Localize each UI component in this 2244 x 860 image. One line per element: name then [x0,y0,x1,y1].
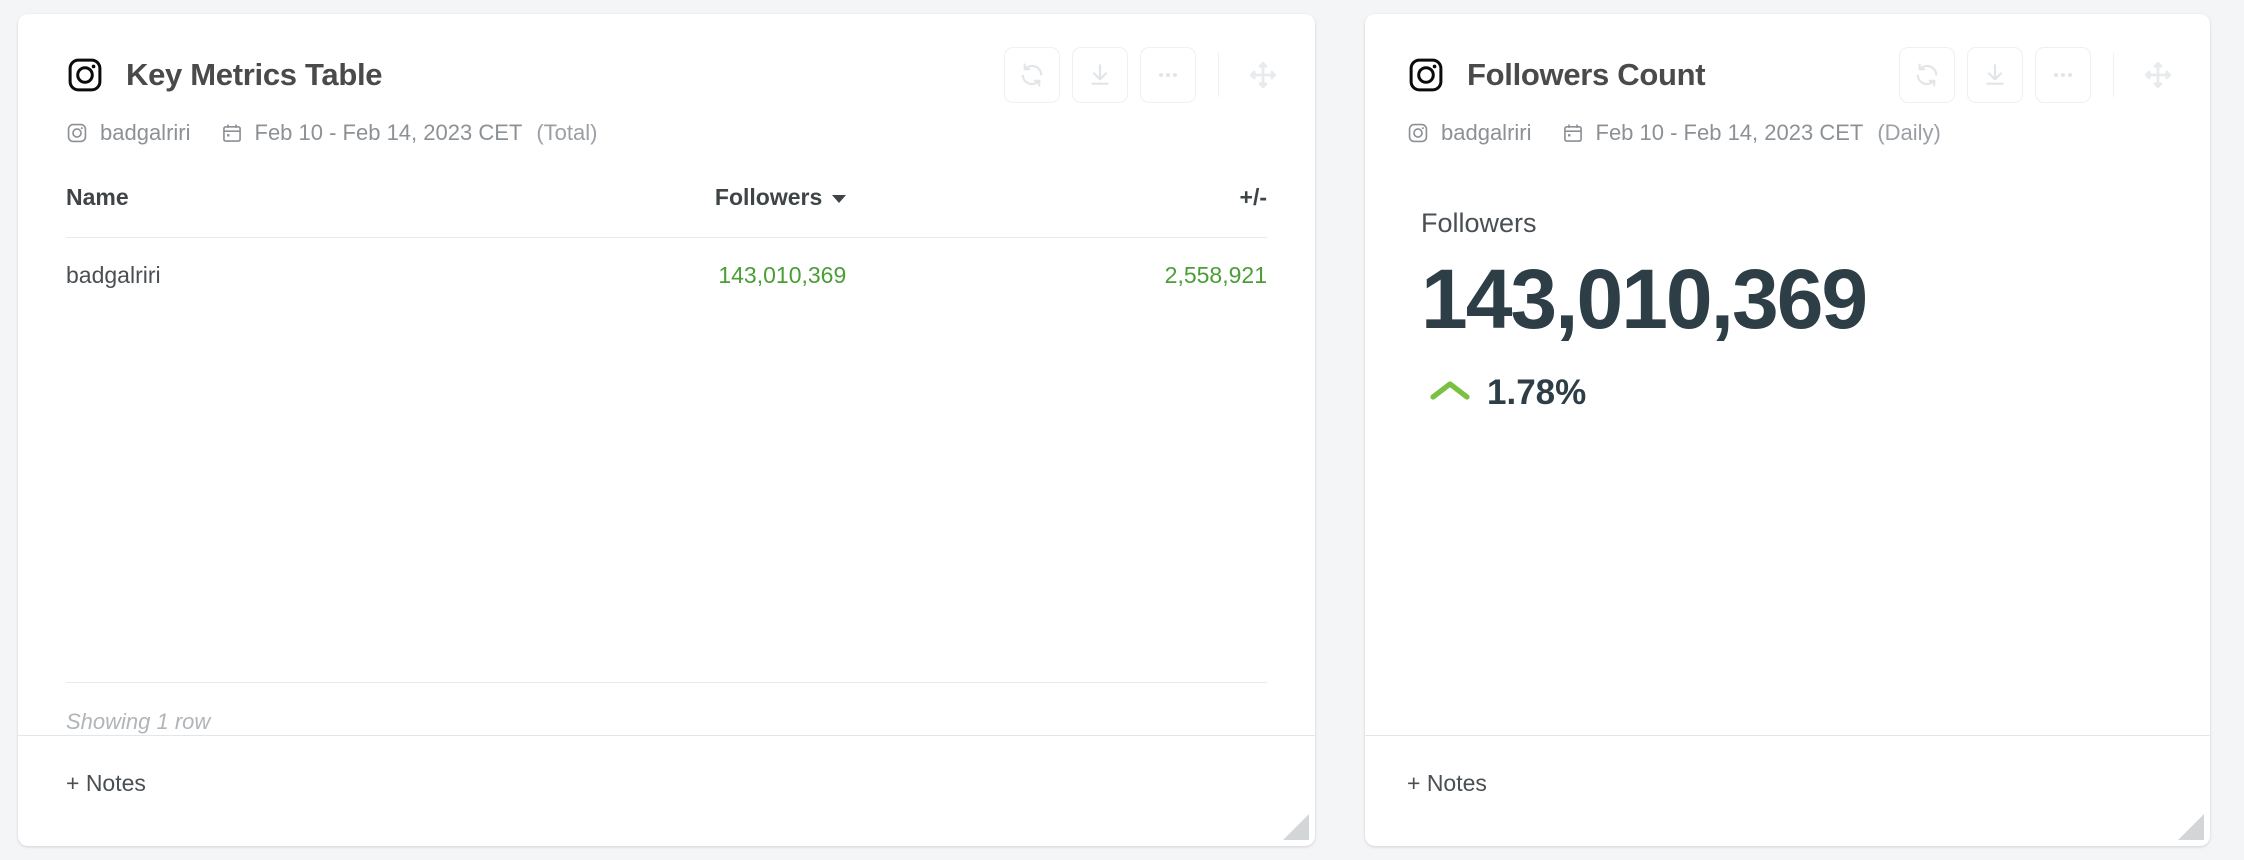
dashboard-grid: Key Metrics Table badgalriri Feb 10 - Fe… [0,0,2244,860]
metric-change-value: 1.78% [1487,373,1587,413]
table-header: Name Followers +/- [66,184,1267,238]
column-header-delta[interactable]: +/- [1024,184,1267,238]
instagram-icon [66,56,104,94]
account-chip: badgalriri [66,120,191,146]
calendar-icon [1562,122,1584,144]
download-button[interactable] [1071,47,1128,103]
widget-subtitle: badgalriri Feb 10 - Feb 14, 2023 CET (Da… [1365,106,2210,146]
widget-title-group: Followers Count [1407,56,1899,94]
sort-descending-icon [832,194,847,203]
date-range-chip: Feb 10 - Feb 14, 2023 CET (Total) [221,120,598,146]
metrics-table: Name Followers +/- badgalriri 143,010,36… [66,184,1267,289]
instagram-icon [66,122,88,144]
account-name: badgalriri [1441,120,1532,145]
widget-header: Key Metrics Table [18,14,1315,106]
page-title: Key Metrics Table [126,57,383,92]
table-row[interactable]: badgalriri 143,010,369 2,558,921 [66,238,1267,290]
widget-followers-count: Followers Count badgalriri Feb 10 - Feb … [1365,14,2210,846]
toolbar-divider [2112,53,2114,97]
resize-handle[interactable] [1283,814,1309,840]
cell-name: badgalriri [66,262,161,288]
widget-key-metrics-table: Key Metrics Table badgalriri Feb 10 - Fe… [18,14,1315,846]
metric-change: 1.78% [1421,373,2168,413]
instagram-icon [1407,56,1445,94]
download-button[interactable] [1966,47,2023,103]
column-header-name[interactable]: Name [66,184,291,238]
notes-section: + Notes [1365,736,2210,846]
widget-body: Followers 143,010,369 1.78% [1365,146,2210,735]
date-range-text: Feb 10 - Feb 14, 2023 CET [254,120,523,145]
add-notes-button[interactable]: + Notes [1407,770,1487,797]
widget-title-group: Key Metrics Table [66,56,1004,94]
metrics-table-wrapper: Name Followers +/- badgalriri 143,010,36… [18,146,1315,289]
row-count-label: Showing 1 row [66,709,211,734]
move-widget-icon[interactable] [1241,53,1285,97]
account-chip: badgalriri [1407,120,1532,146]
cell-delta: 2,558,921 [1164,262,1267,288]
widget-body: Name Followers +/- badgalriri 143,010,36… [18,146,1315,735]
widget-subtitle: badgalriri Feb 10 - Feb 14, 2023 CET (To… [18,106,1315,146]
cell-followers: 143,010,369 [718,262,847,288]
date-range-chip: Feb 10 - Feb 14, 2023 CET (Daily) [1562,120,1941,146]
column-header-followers-label: Followers [714,184,823,210]
aggregation-label: (Total) [536,120,598,145]
column-header-followers[interactable]: Followers [290,184,1025,238]
resize-handle[interactable] [2178,814,2204,840]
table-header-row: Name Followers +/- [66,184,1267,238]
notes-section: + Notes [18,736,1315,846]
instagram-icon [1407,122,1429,144]
more-options-button[interactable] [2034,47,2091,103]
toolbar-divider [1217,53,1219,97]
date-range-text: Feb 10 - Feb 14, 2023 CET [1595,120,1864,145]
add-notes-button[interactable]: + Notes [66,770,146,797]
refresh-button[interactable] [1003,47,1060,103]
account-name: badgalriri [100,120,191,145]
metric-value: 143,010,369 [1421,252,1868,346]
widget-toolbar [1003,47,1286,103]
metric-label: Followers [1421,208,1537,238]
table-footer-divider: Showing 1 row [66,682,1267,735]
calendar-icon [221,122,243,144]
refresh-button[interactable] [1898,47,1955,103]
metric-block: Followers 143,010,369 1.78% [1365,146,2210,413]
widget-toolbar [1898,47,2181,103]
trend-up-icon [1429,378,1471,409]
table-body: badgalriri 143,010,369 2,558,921 [66,238,1267,290]
page-title: Followers Count [1467,57,1706,92]
more-options-button[interactable] [1139,47,1196,103]
widget-header: Followers Count [1365,14,2210,106]
aggregation-label: (Daily) [1877,120,1941,145]
move-widget-icon[interactable] [2136,53,2180,97]
table-footer: Showing 1 row [18,682,1315,735]
